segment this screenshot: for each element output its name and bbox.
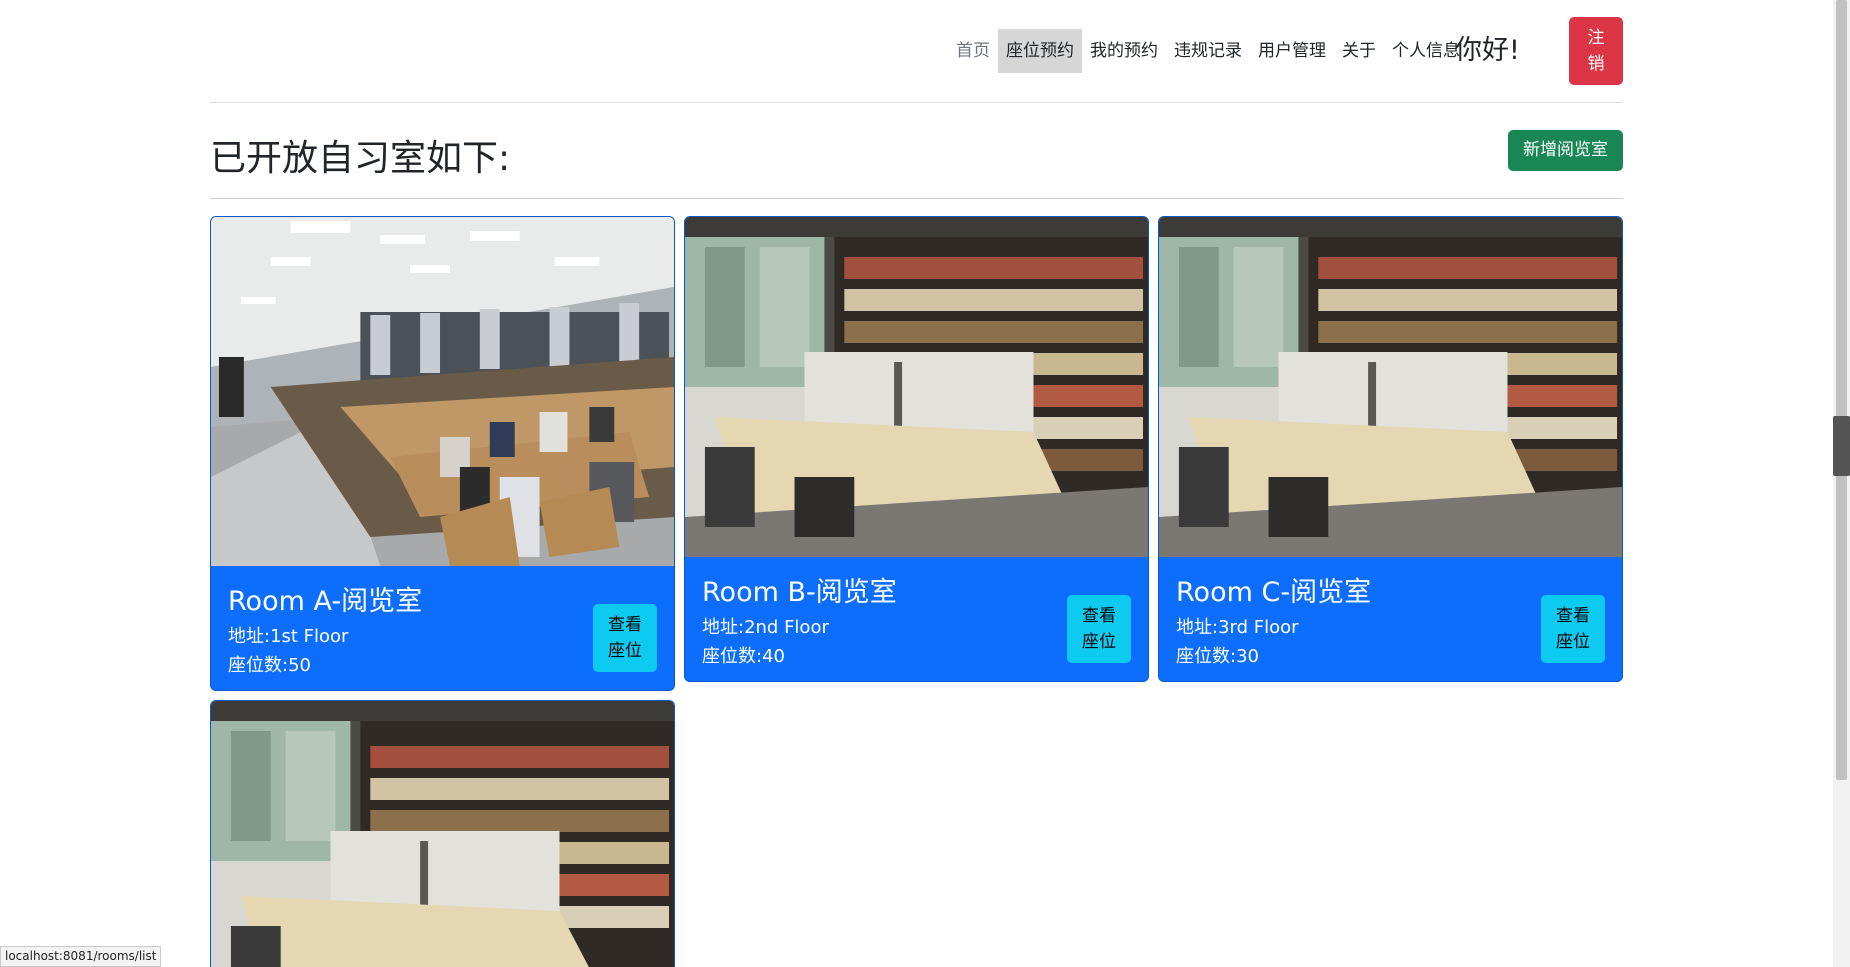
- room-photo: [211, 701, 674, 967]
- nav-item-user-management[interactable]: 用户管理: [1250, 29, 1334, 73]
- logout-button[interactable]: 注销: [1569, 17, 1623, 85]
- room-seat-count: 座位数:30: [1176, 646, 1259, 667]
- view-seats-button[interactable]: 查看座位: [593, 604, 657, 672]
- greeting-text: 你好!: [1455, 35, 1520, 66]
- room-card: Room B-阅览室 地址:2nd Floor 座位数:40 查看座位: [684, 216, 1149, 682]
- room-card: Room C-阅览室 地址:3rd Floor 座位数:30 查看座位: [1158, 216, 1623, 682]
- view-seats-button[interactable]: 查看座位: [1541, 595, 1605, 663]
- nav-menu: 首页 座位预约 我的预约 违规记录 用户管理 关于 个人信息: [948, 29, 1468, 73]
- room-name: Room C-阅览室: [1176, 577, 1372, 608]
- room-seat-count: 座位数:40: [702, 646, 785, 667]
- room-card-body: Room A-阅览室 地址:1st Floor 座位数:50 查看座位: [211, 564, 674, 690]
- room-card-body: Room B-阅览室 地址:2nd Floor 座位数:40 查看座位: [685, 555, 1148, 681]
- room-address: 地址:2nd Floor: [702, 617, 829, 638]
- room-photo: [1159, 217, 1622, 557]
- room-name: Room A-阅览室: [228, 586, 423, 617]
- vertical-scrollbar[interactable]: [1833, 0, 1850, 967]
- top-navbar: 首页 座位预约 我的预约 违规记录 用户管理 关于 个人信息 你好! 注销: [210, 0, 1623, 103]
- page-title: 已开放自习室如下:: [210, 138, 511, 179]
- scrollbar-thumb[interactable]: [1836, 0, 1847, 780]
- nav-item-my-reservations[interactable]: 我的预约: [1082, 29, 1166, 73]
- nav-item-seat-reservation[interactable]: 座位预约: [998, 29, 1082, 73]
- nav-item-home[interactable]: 首页: [948, 29, 998, 73]
- room-card: [210, 700, 675, 967]
- room-photo: [211, 217, 674, 566]
- room-photo: [685, 217, 1148, 557]
- scrollbar-marker: [1833, 416, 1850, 476]
- room-address: 地址:3rd Floor: [1176, 617, 1299, 638]
- add-room-button[interactable]: 新增阅览室: [1508, 130, 1623, 171]
- view-seats-button[interactable]: 查看座位: [1067, 595, 1131, 663]
- room-seat-count: 座位数:50: [228, 655, 311, 676]
- nav-item-violation-records[interactable]: 违规记录: [1166, 29, 1250, 73]
- room-card: Room A-阅览室 地址:1st Floor 座位数:50 查看座位: [210, 216, 675, 691]
- room-name: Room B-阅览室: [702, 577, 897, 608]
- page-header: 已开放自习室如下: 新增阅览室: [210, 103, 1623, 199]
- room-address: 地址:1st Floor: [228, 626, 349, 647]
- page: 首页 座位预约 我的预约 违规记录 用户管理 关于 个人信息 你好! 注销 已开…: [0, 0, 1850, 967]
- room-card-body: Room C-阅览室 地址:3rd Floor 座位数:30 查看座位: [1159, 555, 1622, 681]
- status-bar-url: localhost:8081/rooms/list: [0, 946, 162, 967]
- nav-item-about[interactable]: 关于: [1334, 29, 1384, 73]
